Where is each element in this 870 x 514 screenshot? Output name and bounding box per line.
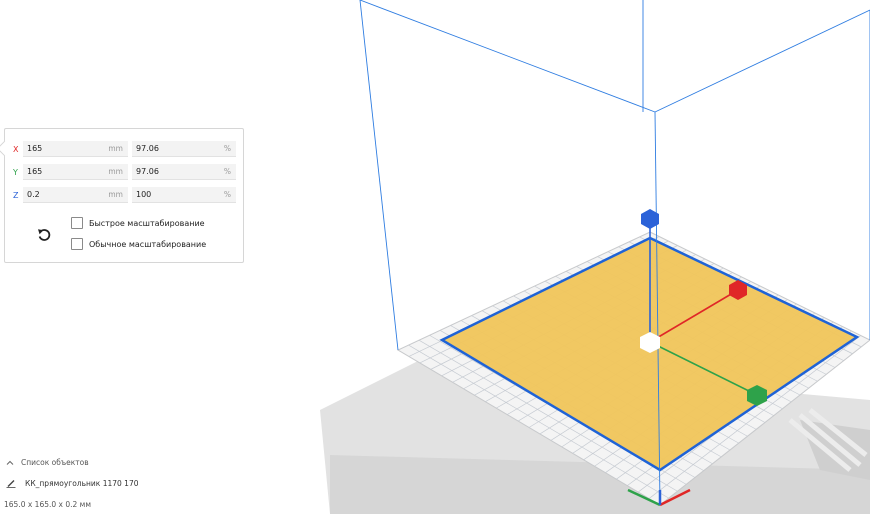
axis-label-y: Y [13,167,18,177]
y-percent-value: 97.06 [136,167,159,176]
uniform-scaling-option[interactable]: Обычное масштабирование [71,238,206,250]
z-size-value: 0.2 [27,190,40,199]
object-list: Список объектов КК_прямоугольник 1170 17… [6,458,138,488]
object-name: КК_прямоугольник 1170 170 [25,478,139,488]
scale-row-x: X 165 mm 97.06 % [13,141,236,157]
x-size-input[interactable]: 165 mm [23,141,128,157]
z-size-unit: mm [108,190,123,199]
x-size-unit: mm [108,144,123,153]
snap-scaling-checkbox[interactable] [71,217,83,229]
object-list-item[interactable]: КК_прямоугольник 1170 170 [6,478,138,488]
y-percent-unit: % [223,167,231,176]
object-list-header: Список объектов [21,458,89,467]
x-percent-value: 97.06 [136,144,159,153]
chevron-up-icon [6,460,14,465]
y-size-input[interactable]: 165 mm [23,164,128,180]
object-list-toggle[interactable]: Список объектов [6,458,89,467]
axis-label-x: X [13,144,19,154]
axis-label-z: Z [13,190,19,200]
x-size-value: 165 [27,144,43,153]
z-size-input[interactable]: 0.2 mm [23,187,128,203]
scale-row-y: Y 165 mm 97.06 % [13,164,236,180]
reset-rotate-icon[interactable] [36,226,52,242]
uniform-scaling-label: Обычное масштабирование [89,239,207,249]
z-percent-value: 100 [136,190,152,199]
snap-scaling-option[interactable]: Быстрое масштабирование [71,217,205,229]
panel-pointer [0,140,13,157]
z-percent-input[interactable]: 100 % [132,187,236,203]
uniform-scaling-checkbox[interactable] [71,238,83,250]
pencil-icon[interactable] [6,478,16,488]
y-size-value: 165 [27,167,43,176]
y-size-unit: mm [108,167,123,176]
snap-scaling-label: Быстрое масштабирование [89,218,205,228]
x-percent-unit: % [223,144,231,153]
y-percent-input[interactable]: 97.06 % [132,164,236,180]
scale-tool-panel: X 165 mm 97.06 % Y 165 mm 97.06 % Z 0.2 … [0,128,244,263]
scale-row-z: Z 0.2 mm 100 % [13,187,236,203]
x-percent-input[interactable]: 97.06 % [132,141,236,157]
object-dimensions: 165.0 x 165.0 x 0.2 мм [4,500,91,509]
z-percent-unit: % [223,190,231,199]
